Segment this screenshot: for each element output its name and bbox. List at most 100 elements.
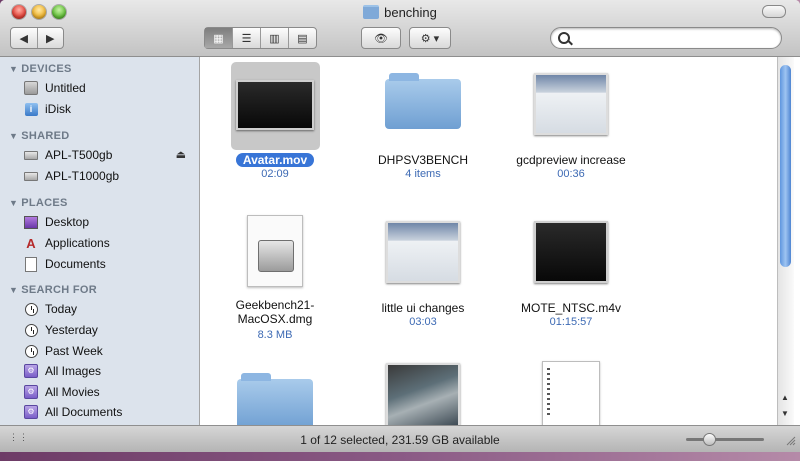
- document-icon: [542, 361, 600, 425]
- search-field[interactable]: [550, 27, 782, 49]
- sidebar-item-apl-t500gb[interactable]: APL-T500gb ⏏: [24, 146, 194, 164]
- title-bar: benching ◀ ▶ ▦ ☰ ▥ ▤ 👁 ⚙ ▾: [0, 0, 800, 57]
- section-title: DEVICES: [21, 63, 72, 75]
- sidebar-section-shared[interactable]: ▼ SHARED: [9, 130, 69, 142]
- sidebar-item-documents[interactable]: Documents: [24, 255, 194, 273]
- file-item-folder[interactable]: [200, 357, 350, 425]
- sidebar-item-label: Past Week: [45, 344, 103, 358]
- photo-thumbnail: [386, 363, 460, 425]
- sidebar-item-untitled[interactable]: Untitled: [24, 79, 194, 97]
- sidebar-item-yesterday[interactable]: Yesterday: [24, 321, 194, 339]
- file-item-photo[interactable]: [348, 357, 498, 425]
- sidebar-item-label: Today: [45, 302, 78, 316]
- sidebar-item-today[interactable]: Today: [24, 300, 194, 318]
- window-title: benching: [0, 5, 800, 20]
- clock-icon: [24, 344, 38, 358]
- idisk-icon: i: [24, 102, 38, 116]
- folder-icon: [237, 373, 313, 425]
- section-title: SHARED: [21, 130, 70, 142]
- network-drive-icon: [24, 169, 38, 183]
- back-forward-buttons: ◀ ▶: [10, 27, 64, 49]
- file-browser: Avatar.mov 02:09 DHPSV3BENCH 4 items gcd…: [200, 57, 777, 425]
- vertical-scrollbar[interactable]: ▲ ▼: [777, 57, 794, 425]
- clock-icon: [24, 302, 38, 316]
- status-bar: ⋮⋮ 1 of 12 selected, 231.59 GB available: [0, 425, 800, 452]
- sidebar-section-devices[interactable]: ▼ DEVICES: [9, 63, 72, 75]
- file-item-gcdpreview-increase[interactable]: gcdpreview increase 00:36: [496, 57, 646, 187]
- disclosure-triangle-icon: ▼: [9, 285, 19, 295]
- section-title: PLACES: [21, 197, 68, 209]
- sidebar-item-label: Documents: [45, 257, 106, 271]
- file-item-mote-ntsc-m4v[interactable]: MOTE_NTSC.m4v 01:15:57: [496, 205, 646, 345]
- eye-icon: 👁: [374, 32, 388, 45]
- forward-button[interactable]: ▶: [38, 32, 64, 45]
- video-thumbnail: [534, 221, 608, 283]
- file-info: 03:03: [409, 316, 437, 328]
- sidebar-item-apl-t1000gb[interactable]: APL-T1000gb: [24, 167, 194, 185]
- file-name: DHPSV3BENCH: [377, 153, 469, 167]
- back-button[interactable]: ◀: [11, 32, 37, 45]
- video-thumbnail: [236, 80, 314, 130]
- scroll-down-arrow[interactable]: ▼: [781, 409, 789, 418]
- column-view-button[interactable]: ▥: [261, 28, 289, 48]
- sidebar-section-places[interactable]: ▼ PLACES: [9, 197, 68, 209]
- action-menu-button[interactable]: ⚙ ▾: [409, 27, 451, 49]
- smart-folder-icon: ⚙: [24, 385, 38, 399]
- icon-view-button[interactable]: ▦: [205, 28, 233, 48]
- file-info: 01:15:57: [549, 316, 593, 328]
- file-info: 4 items: [405, 168, 441, 180]
- video-thumbnail: [386, 221, 460, 283]
- desktop-icon: [24, 215, 38, 229]
- sidebar-item-applications[interactable]: A Applications: [24, 234, 194, 252]
- status-text: 1 of 12 selected, 231.59 GB available: [300, 433, 500, 447]
- sidebar-section-search-for[interactable]: ▼ SEARCH FOR: [9, 284, 97, 296]
- selected-file-label: Avatar.mov: [235, 153, 315, 167]
- disclosure-triangle-icon: ▼: [9, 64, 19, 74]
- documents-icon: [24, 256, 38, 272]
- sidebar-item-label: Desktop: [45, 215, 90, 229]
- file-name: Geekbench21-: [235, 298, 315, 312]
- sidebar-item-idisk[interactable]: i iDisk: [24, 100, 194, 118]
- file-info: 02:09: [261, 168, 289, 180]
- sidebar-item-past-week[interactable]: Past Week: [24, 342, 194, 360]
- disk-image-icon: [247, 215, 303, 287]
- eject-icon[interactable]: ⏏: [176, 148, 186, 161]
- sidebar-item-label: Yesterday: [45, 323, 98, 337]
- quick-look-button[interactable]: 👁: [361, 27, 401, 49]
- view-mode-buttons: ▦ ☰ ▥ ▤: [204, 27, 317, 49]
- smart-folder-icon: ⚙: [24, 364, 38, 378]
- file-item-geekbench-dmg[interactable]: Geekbench21- MacOSX.dmg 8.3 MB: [200, 205, 350, 345]
- sidebar-item-all-movies[interactable]: ⚙ All Movies: [24, 383, 194, 401]
- sidebar-item-desktop[interactable]: Desktop: [24, 213, 194, 231]
- file-item-dhpsv3bench[interactable]: DHPSV3BENCH 4 items: [348, 57, 498, 187]
- section-title: SEARCH FOR: [21, 284, 97, 296]
- file-item-document[interactable]: [496, 357, 646, 425]
- toolbar-toggle-button[interactable]: [762, 5, 786, 18]
- file-name: MOTE_NTSC.m4v: [520, 301, 621, 315]
- list-view-button[interactable]: ☰: [233, 28, 261, 48]
- file-name: Avatar.mov: [200, 153, 350, 167]
- file-name: MacOSX.dmg: [237, 312, 313, 326]
- applications-icon: A: [26, 235, 36, 251]
- file-info: 8.3 MB: [257, 329, 293, 341]
- file-name: little ui changes: [381, 301, 465, 315]
- clock-icon: [24, 323, 38, 337]
- file-item-little-ui-changes[interactable]: little ui changes 03:03: [348, 205, 498, 345]
- finder-window: benching ◀ ▶ ▦ ☰ ▥ ▤ 👁 ⚙ ▾ ▼ DEVICES Unti…: [0, 0, 800, 452]
- window-resize-handle[interactable]: [786, 436, 796, 446]
- sidebar-item-all-images[interactable]: ⚙ All Images: [24, 362, 194, 380]
- network-drive-icon: [24, 148, 38, 162]
- scroll-up-arrow[interactable]: ▲: [781, 393, 789, 402]
- search-input[interactable]: [575, 30, 779, 48]
- disclosure-triangle-icon: ▼: [9, 198, 19, 208]
- window-title-text: benching: [384, 5, 437, 20]
- scrollbar-thumb[interactable]: [780, 65, 791, 267]
- folder-icon: [363, 5, 380, 19]
- coverflow-view-button[interactable]: ▤: [289, 28, 316, 48]
- file-item-avatar-mov[interactable]: Avatar.mov 02:09: [200, 57, 350, 187]
- sidebar-item-label: All Images: [45, 364, 102, 378]
- icon-size-slider[interactable]: [686, 438, 764, 441]
- sidebar-item-all-documents[interactable]: ⚙ All Documents: [24, 403, 194, 421]
- sidebar-item-label: Applications: [45, 236, 110, 250]
- sidebar: ▼ DEVICES Untitled i iDisk ▼ SHARED APL-T50…: [0, 57, 200, 425]
